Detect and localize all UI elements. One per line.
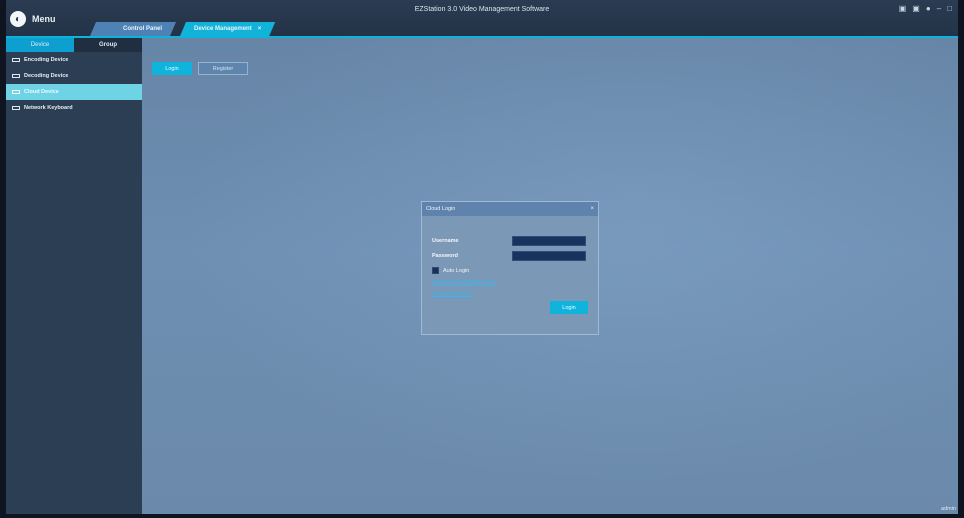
tab-bar: Control Panel Device Management × [90, 22, 275, 36]
close-icon[interactable]: × [590, 206, 594, 212]
menu-label: Menu [32, 14, 56, 24]
app-window: ◐ Menu EZStation 3.0 Video Management So… [6, 0, 958, 514]
cloud-login-dialog: Cloud Login × Username Password Auto Log… [421, 201, 599, 335]
sidebar-item-label: Encoding Device [24, 57, 69, 63]
device-icon [12, 74, 20, 78]
sidebar-tabs: Device Group [6, 38, 142, 52]
auto-login-label: Auto Login [443, 267, 470, 274]
tab-control-panel[interactable]: Control Panel [90, 22, 176, 36]
checkbox-box [432, 267, 439, 274]
layout-icon[interactable]: ▣ [912, 4, 920, 13]
device-icon [12, 58, 20, 62]
username-field[interactable] [512, 236, 586, 246]
minimize-icon[interactable]: – [937, 4, 941, 13]
app-logo-icon: ◐ [10, 11, 26, 27]
dialog-header: Cloud Login × [422, 202, 598, 216]
sidebar-tab-device[interactable]: Device [6, 38, 74, 52]
auto-login-checkbox[interactable]: Auto Login [432, 267, 469, 274]
tab-device-management[interactable]: Device Management × [180, 22, 275, 36]
settings-icon[interactable]: ● [926, 4, 931, 13]
username-row: Username [432, 236, 586, 246]
app-title: EZStation 3.0 Video Management Software [414, 6, 550, 13]
dialog-title: Cloud Login [426, 206, 456, 212]
username-label: Username [432, 238, 459, 244]
forgot-password-link[interactable]: Forgot Password? [432, 291, 473, 297]
verification-login-link[interactable]: Login With Verification Code [432, 279, 495, 285]
maximize-icon[interactable]: □ [947, 4, 952, 13]
sidebar-item-encoding-device[interactable]: Encoding Device [6, 52, 142, 68]
password-label: Password [432, 253, 458, 259]
sidebar-tab-group[interactable]: Group [74, 38, 142, 52]
password-row: Password [432, 251, 586, 261]
sidebar-item-label: Network Keyboard [24, 105, 73, 111]
sidebar-item-decoding-device[interactable]: Decoding Device [6, 68, 142, 84]
lock-icon[interactable]: ▣ [899, 4, 907, 13]
cloud-icon [12, 90, 20, 94]
sidebar: Device Group Encoding Device Decoding De… [6, 38, 142, 514]
password-field[interactable] [512, 251, 586, 261]
sidebar-item-label: Cloud Device [24, 89, 59, 95]
current-user: admin [941, 506, 956, 512]
register-button[interactable]: Register [198, 62, 248, 75]
title-bar: ◐ Menu EZStation 3.0 Video Management So… [6, 0, 958, 38]
tab-label: Device Management [194, 26, 252, 32]
window-controls: ▣ ▣ ● – □ [899, 4, 952, 13]
login-button[interactable]: Login [152, 62, 192, 75]
sidebar-item-network-keyboard[interactable]: Network Keyboard [6, 100, 142, 116]
main-panel: Login Register Cloud Login × Username Pa… [142, 38, 958, 514]
tab-label: Control Panel [122, 26, 162, 32]
keyboard-icon [12, 106, 20, 110]
close-icon[interactable]: × [258, 26, 262, 32]
sidebar-item-label: Decoding Device [24, 73, 69, 79]
sidebar-item-cloud-device[interactable]: Cloud Device [6, 84, 142, 100]
dialog-login-button[interactable]: Login [550, 301, 588, 314]
